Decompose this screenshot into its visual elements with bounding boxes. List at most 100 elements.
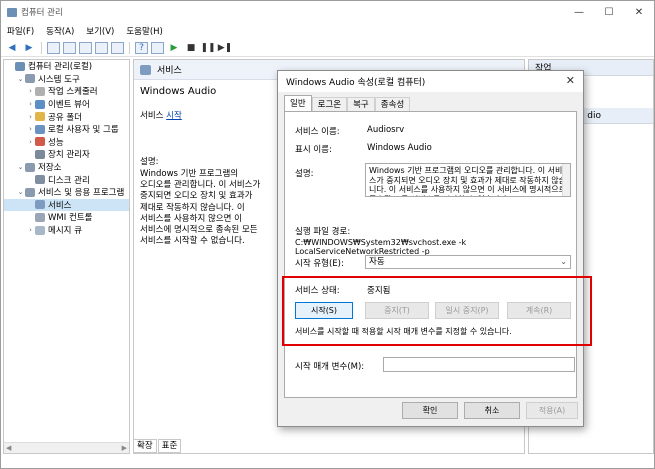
tree-item[interactable]: 장치 관리자 [4,148,129,161]
services-header-label: 서비스 [157,66,182,76]
tree-item-label: WMI 컨트롤 [48,213,93,224]
path-label: 실행 파일 경로: [295,227,351,237]
tree-item[interactable]: ⌄ 서비스 및 응용 프로그램 [4,186,129,199]
window-controls: — ☐ ✕ [564,1,654,23]
tree-item[interactable]: 컴퓨터 관리(로컬) [4,60,129,73]
tree-item[interactable]: › 메시지 큐 [4,224,129,237]
highlight-box [282,276,592,346]
service-detail: Windows Audio 서비스 시작 설명: Windows 기반 프로그램… [136,80,276,251]
tree-item[interactable]: › 이벤트 뷰어 [4,98,129,111]
tree-item-icon [35,137,45,147]
expand-arrow-icon[interactable]: › [26,87,35,95]
expand-arrow-icon[interactable]: › [26,100,35,108]
menu-view[interactable]: 보기(V) [86,25,114,37]
description-box[interactable]: Windows 기반 프로그램의 오디오를 관리합니다. 이 서비스가 중지되면… [365,163,571,197]
tree-item[interactable]: 디스크 관리 [4,173,129,186]
play-icon[interactable]: ▶ [167,41,181,55]
help-icon[interactable]: ? [135,41,148,54]
tree-item[interactable]: › 성능 [4,136,129,149]
tree-item-label: 성능 [48,137,64,148]
properties-dialog: Windows Audio 속성(로컬 컴퓨터) ✕ 일반 로그온 복구 종속성… [277,70,584,427]
refresh-icon[interactable] [95,41,108,54]
tree-item[interactable]: 서비스 [4,198,129,212]
tree-item[interactable]: WMI 컨트롤 [4,211,129,224]
description-label: 설명: [295,169,314,179]
close-icon[interactable]: ✕ [624,1,654,23]
tree-item-icon [35,124,45,134]
tree-item[interactable]: › 공유 폴더 [4,110,129,123]
service-name: Windows Audio [140,86,217,97]
menu-action[interactable]: 동작(A) [46,25,74,37]
maximize-icon[interactable]: ☐ [594,1,624,23]
minimize-icon[interactable]: — [564,1,594,23]
properties-icon[interactable] [151,41,164,54]
menu-bar: 파일(F) 동작(A) 보기(V) 도움말(H) [1,23,654,39]
description-scrollbar[interactable] [562,164,570,196]
start-params-label: 시작 매개 변수(M): [295,362,365,372]
ok-button[interactable]: 확인 [402,402,458,419]
tree-item-icon [35,99,45,109]
tab-logon[interactable]: 로그온 [311,97,348,111]
pause-icon[interactable]: ❚❚ [200,41,215,55]
actions-service-partial: dio [587,110,601,121]
menu-file[interactable]: 파일(F) [7,25,34,37]
toolbar-separator [129,41,130,54]
tree-item-label: 디스크 관리 [48,175,90,186]
tab-extended[interactable]: 확장 [133,439,157,453]
forward-icon[interactable]: ▶ [22,41,36,55]
tree-item-label: 시스템 도구 [38,74,80,85]
expand-arrow-icon[interactable]: › [26,138,35,146]
tree-item-label: 작업 스케줄러 [48,87,98,98]
tree-item[interactable]: ⌄ 시스템 도구 [4,73,129,86]
tab-dependencies[interactable]: 종속성 [374,97,411,111]
scroll-right-icon[interactable]: ▶ [122,444,127,452]
stop-icon[interactable]: ■ [184,41,198,55]
tree-item-icon [35,200,45,210]
startup-type-label: 시작 유형(E): [295,259,344,269]
startup-type-select[interactable]: 자동 ⌄ [365,255,571,269]
show-tree-icon[interactable] [63,41,76,54]
expand-arrow-icon[interactable]: › [26,125,35,133]
tree-item-label: 컴퓨터 관리(로컬) [28,62,93,73]
start-params-input[interactable] [383,357,575,372]
scroll-left-icon[interactable]: ◀ [6,444,11,452]
menu-help[interactable]: 도움말(H) [126,25,162,37]
expand-arrow-icon[interactable]: › [26,226,35,234]
description-label: 설명: [140,157,159,167]
tree-item-icon [35,225,45,235]
toolbar: ◀ ▶ ? ▶ ■ ❚❚ ▶❚ [1,39,654,57]
tree-item[interactable]: › 로컬 사용자 및 그룹 [4,123,129,136]
tab-general[interactable]: 일반 [284,95,312,111]
expand-arrow-icon[interactable]: › [26,113,35,121]
tab-standard[interactable]: 표준 [157,439,182,453]
tab-recovery[interactable]: 복구 [347,97,375,111]
back-icon[interactable]: ◀ [5,41,19,55]
tree-item-icon [35,112,45,122]
restart-icon[interactable]: ▶❚ [218,41,232,55]
tree-item-label: 이벤트 뷰어 [48,100,90,111]
tree-item-label: 로컬 사용자 및 그룹 [48,125,119,136]
export-icon[interactable] [111,41,124,54]
path-value: C:₩WINDOWS₩System32₩svchost.exe -k Local… [295,238,467,256]
tree-item[interactable]: ⌄ 저장소 [4,161,129,174]
startup-type-value: 자동 [369,257,385,267]
start-service-link[interactable]: 시작 [166,111,182,121]
tree-item[interactable]: › 작업 스케줄러 [4,85,129,98]
cancel-button[interactable]: 취소 [464,402,520,419]
general-panel: 서비스 이름: Audiosrv 표시 이름: Windows Audio 설명… [284,111,577,398]
expand-arrow-icon[interactable]: ⌄ [16,163,25,171]
apply-button[interactable]: 적용(A) [526,402,578,419]
service-start-line: 서비스 시작 [140,109,272,121]
tree-item-icon [35,175,45,185]
tree-item-label: 메시지 큐 [48,226,82,237]
service-start-prefix: 서비스 [140,111,167,121]
expand-arrow-icon[interactable]: ⌄ [16,188,25,196]
dialog-tabs: 일반 로그온 복구 종속성 [284,95,411,111]
display-name-value: Windows Audio [367,143,432,153]
services-icon [140,64,151,75]
close-icon[interactable]: ✕ [566,74,575,87]
list-view-icon[interactable] [79,41,92,54]
tree-horizontal-scrollbar[interactable]: ◀ ▶ [4,442,129,453]
expand-arrow-icon[interactable]: ⌄ [16,75,25,83]
up-folder-icon[interactable] [47,41,60,54]
